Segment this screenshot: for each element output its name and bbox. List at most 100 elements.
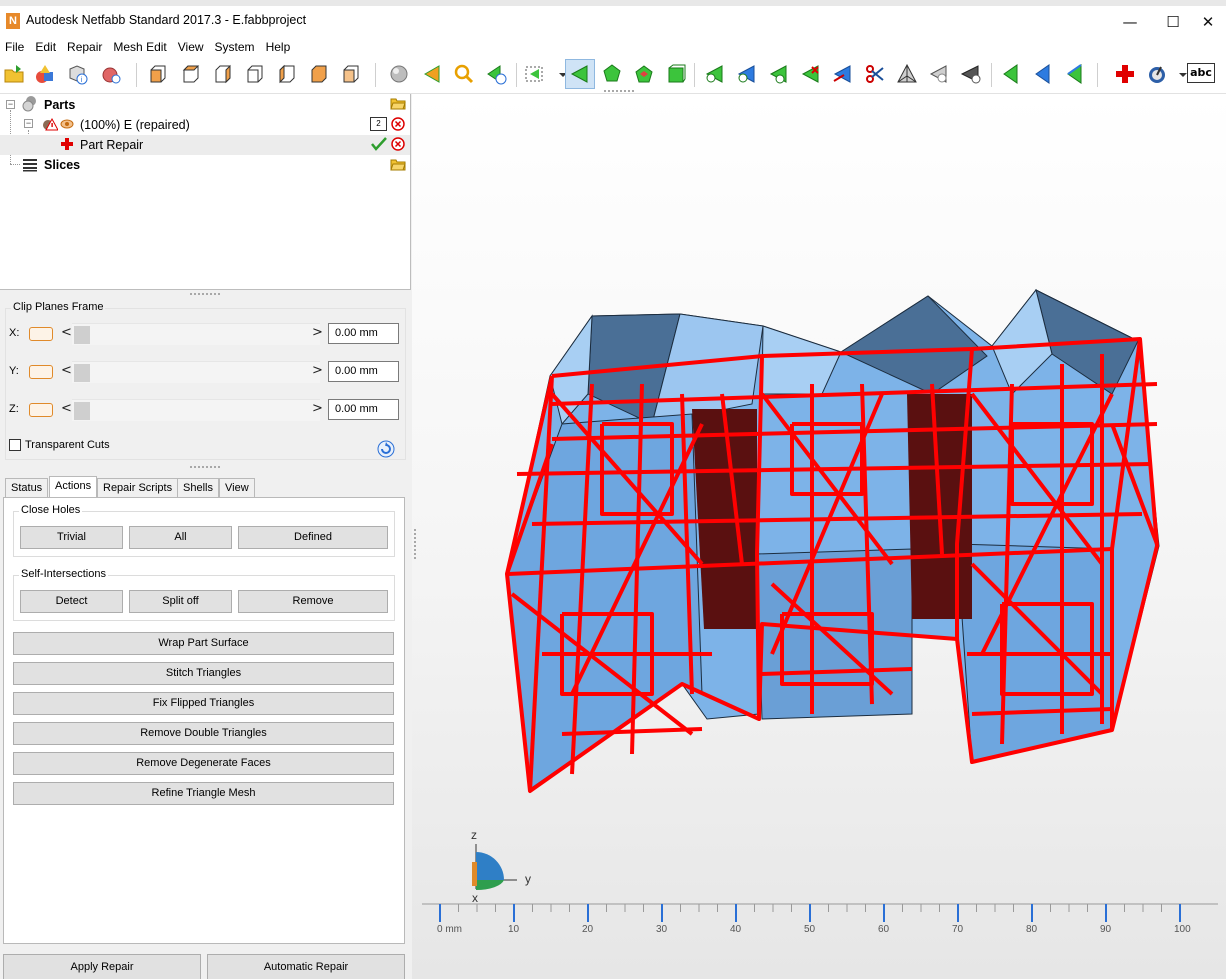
part-count-badge[interactable]: 2 [370, 117, 387, 131]
clip-y-toggle[interactable] [29, 365, 53, 379]
label-text-button[interactable]: abc [1187, 63, 1215, 83]
green-triangle-select-icon[interactable] [1064, 63, 1086, 85]
menu-system[interactable]: System [210, 40, 261, 54]
collapse-parts-icon[interactable]: − [6, 100, 15, 109]
clip-z-toggle[interactable] [29, 403, 53, 417]
minimize-button[interactable]: — [1107, 8, 1153, 36]
clip-y-slider[interactable] [72, 361, 320, 383]
tab-repair-scripts[interactable]: Repair Scripts [97, 478, 179, 498]
clip-z-increase[interactable]: > [312, 401, 323, 416]
panel-splitter-handle[interactable] [190, 466, 220, 468]
collapse-part-icon[interactable]: − [24, 119, 33, 128]
part-info-icon[interactable]: i [67, 63, 89, 85]
wireframe-pyramid-icon[interactable] [896, 63, 918, 85]
add-connected-triangle-icon[interactable] [768, 63, 790, 85]
triangle-search-icon[interactable] [928, 63, 950, 85]
close-holes-trivial-button[interactable]: Trivial [20, 526, 123, 549]
clip-y-increase[interactable]: > [312, 363, 323, 378]
toolbar-drag-handle[interactable] [604, 90, 634, 92]
view-back-icon[interactable] [180, 63, 202, 85]
clip-z-value-field[interactable]: 0.00 mm [328, 399, 399, 420]
select-mode-dropdown-icon[interactable] [552, 63, 567, 85]
automatic-repair-button[interactable]: Automatic Repair [207, 954, 405, 979]
stitch-triangles-button[interactable]: Stitch Triangles [13, 662, 394, 685]
delete-triangle-icon[interactable] [800, 63, 822, 85]
close-window-button[interactable]: ✕ [1190, 8, 1226, 36]
add-sphere-icon[interactable] [100, 63, 122, 85]
refresh-icon[interactable] [377, 440, 395, 458]
view-front-icon[interactable] [147, 63, 169, 85]
panel-splitter-handle[interactable] [190, 293, 220, 295]
clip-x-toggle[interactable] [29, 327, 53, 341]
colored-triangle-icon[interactable] [421, 63, 443, 85]
tree-row-part-repair[interactable]: Part Repair [0, 135, 410, 155]
menu-file[interactable]: File [0, 40, 30, 54]
menu-view[interactable]: View [173, 40, 210, 54]
tab-shells[interactable]: Shells [177, 478, 219, 498]
blue-triangle-icon[interactable] [1032, 63, 1054, 85]
clip-z-slider[interactable] [72, 399, 320, 421]
flip-triangle-icon[interactable] [832, 63, 854, 85]
clip-x-value-field[interactable]: 0.00 mm [328, 323, 399, 344]
open-folder-icon[interactable] [390, 96, 406, 110]
select-mode-icon[interactable] [524, 63, 552, 85]
triangle-info-icon[interactable] [485, 63, 507, 85]
select-all-icon[interactable] [665, 63, 687, 85]
clip-x-increase[interactable]: > [312, 325, 323, 340]
tree-row-parts[interactable]: − Parts [0, 95, 410, 115]
clip-y-value-field[interactable]: 0.00 mm [328, 361, 399, 382]
select-surface-icon[interactable] [601, 63, 623, 85]
clip-y-decrease[interactable]: < [61, 363, 72, 378]
view-left-icon[interactable] [276, 63, 298, 85]
zoom-icon[interactable] [453, 63, 475, 85]
refine-triangle-mesh-button[interactable]: Refine Triangle Mesh [13, 782, 394, 805]
add-blue-triangle-icon[interactable] [736, 63, 758, 85]
3d-viewport[interactable]: z y x 0 mm 10 20 30 40 50 60 70 80 90 100 [412, 94, 1226, 979]
transparent-cuts-checkbox[interactable] [9, 439, 21, 451]
eye-icon[interactable] [60, 117, 74, 131]
menu-mesh-edit[interactable]: Mesh Edit [108, 40, 172, 54]
cancel-repair-icon[interactable] [391, 137, 405, 151]
view-iso-icon[interactable] [340, 63, 362, 85]
view-right-icon[interactable] [308, 63, 330, 85]
open-project-icon[interactable] [3, 63, 25, 85]
close-holes-all-button[interactable]: All [129, 526, 232, 549]
clip-z-slider-thumb[interactable] [74, 402, 90, 420]
close-holes-defined-button[interactable]: Defined [238, 526, 388, 549]
clip-x-decrease[interactable]: < [61, 325, 72, 340]
tab-actions[interactable]: Actions [49, 476, 98, 498]
remove-part-icon[interactable] [391, 117, 405, 131]
green-check-icon[interactable] [371, 137, 387, 151]
clip-x-slider-thumb[interactable] [74, 326, 90, 344]
open-slices-folder-icon[interactable] [390, 157, 406, 171]
clip-z-decrease[interactable]: < [61, 401, 72, 416]
tree-row-slices[interactable]: Slices [0, 155, 410, 175]
select-shell-icon[interactable] [633, 63, 655, 85]
clip-x-slider[interactable] [72, 323, 320, 345]
tab-status[interactable]: Status [5, 478, 49, 498]
wrap-part-surface-button[interactable]: Wrap Part Surface [13, 632, 394, 655]
clip-y-slider-thumb[interactable] [74, 364, 90, 382]
view-bottom-icon[interactable] [244, 63, 266, 85]
tree-row-part-e[interactable]: − (100%) E (repaired) 2 [0, 115, 410, 135]
remove-degenerate-faces-button[interactable]: Remove Degenerate Faces [13, 752, 394, 775]
measure-dial-icon[interactable] [1146, 63, 1168, 85]
fix-flipped-triangles-button[interactable]: Fix Flipped Triangles [13, 692, 394, 715]
add-part-icon[interactable] [34, 63, 56, 85]
triangle-measure-icon[interactable] [960, 63, 982, 85]
detect-intersections-button[interactable]: Detect [20, 590, 123, 613]
menu-help[interactable]: Help [261, 40, 297, 54]
apply-repair-button[interactable]: Apply Repair [3, 954, 201, 979]
cut-icon[interactable] [864, 63, 886, 85]
repair-cross-icon[interactable] [1114, 63, 1136, 85]
add-triangle-icon[interactable] [704, 63, 726, 85]
remove-double-triangles-button[interactable]: Remove Double Triangles [13, 722, 394, 745]
menu-repair[interactable]: Repair [62, 40, 108, 54]
green-triangle-icon[interactable] [1000, 63, 1022, 85]
shading-sphere-icon[interactable] [388, 63, 410, 85]
view-top-icon[interactable] [212, 63, 234, 85]
menu-edit[interactable]: Edit [30, 40, 62, 54]
select-triangle-icon[interactable] [565, 59, 595, 89]
remove-intersections-button[interactable]: Remove [238, 590, 388, 613]
split-off-intersections-button[interactable]: Split off [129, 590, 232, 613]
